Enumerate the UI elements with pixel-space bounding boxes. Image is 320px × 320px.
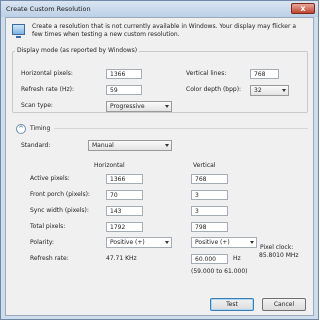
refresh-rate-label: Refresh rate (Hz): xyxy=(21,86,75,93)
horizontal-pixels-label: Horizontal pixels: xyxy=(21,70,73,77)
scan-type-value: Progressive xyxy=(110,103,145,110)
chevron-down-icon xyxy=(165,144,169,147)
polarity-v-select[interactable]: Positive (+) xyxy=(191,237,257,248)
color-depth-select[interactable]: 32 xyxy=(250,85,289,96)
timing-section-label: Timing xyxy=(30,125,51,132)
standard-label: Standard: xyxy=(21,142,51,149)
cancel-button[interactable]: Cancel xyxy=(262,298,306,311)
chevron-down-icon xyxy=(165,241,169,244)
horizontal-refresh-value: 47.71 KHz xyxy=(106,255,137,262)
vertical-lines-field[interactable]: 768 xyxy=(250,69,279,79)
pixel-clock-label: Pixel clock: xyxy=(260,244,294,251)
color-depth-label: Color depth (bpp): xyxy=(186,86,242,93)
refresh-rate-timing-label: Refresh rate: xyxy=(30,255,69,262)
front-porch-h-field[interactable]: 70 xyxy=(106,190,143,200)
active-pixels-v-field[interactable]: 768 xyxy=(191,174,228,184)
sync-width-label: Sync width (pixels): xyxy=(30,207,89,214)
color-depth-value: 32 xyxy=(254,87,262,94)
sync-width-v-field[interactable]: 3 xyxy=(191,206,228,216)
chevron-down-icon xyxy=(250,241,254,244)
standard-value: Manual xyxy=(92,142,114,149)
close-button[interactable]: x xyxy=(291,3,315,14)
timing-collapse-toggle[interactable]: ^ xyxy=(16,124,26,134)
test-button[interactable]: Test xyxy=(210,298,254,311)
dialog-window: Create Custom Resolution x Create a reso… xyxy=(0,0,319,320)
title-bar[interactable]: Create Custom Resolution x xyxy=(1,1,318,17)
scan-type-label: Scan type: xyxy=(21,102,53,109)
chevron-down-icon xyxy=(165,105,169,108)
polarity-h-value: Positive (+) xyxy=(110,239,145,246)
refresh-unit: Hz xyxy=(233,255,241,262)
sync-width-h-field[interactable]: 143 xyxy=(106,206,143,216)
active-pixels-label: Active pixels: xyxy=(30,175,70,182)
intro-text: Create a resolution that is not currentl… xyxy=(32,23,297,38)
chevron-down-icon xyxy=(282,89,286,92)
front-porch-v-field[interactable]: 3 xyxy=(191,190,228,200)
pixel-clock-value: 85.8010 MHz xyxy=(259,252,299,259)
vertical-refresh-field[interactable]: 60.000 xyxy=(191,254,228,264)
standard-select[interactable]: Manual xyxy=(88,140,172,151)
timing-divider xyxy=(54,128,308,129)
column-header-vertical: Vertical xyxy=(193,162,216,169)
polarity-h-select[interactable]: Positive (+) xyxy=(106,237,172,248)
chevron-up-icon: ^ xyxy=(18,125,24,133)
total-pixels-v-field[interactable]: 798 xyxy=(191,222,228,232)
display-mode-group-label: Display mode (as reported by Windows) xyxy=(15,47,140,54)
column-header-horizontal: Horizontal xyxy=(94,162,125,169)
dialog-body: Create a resolution that is not currentl… xyxy=(5,17,314,316)
scan-type-select[interactable]: Progressive xyxy=(106,101,172,112)
total-pixels-h-field[interactable]: 1792 xyxy=(106,222,143,232)
active-pixels-h-field[interactable]: 1366 xyxy=(106,174,143,184)
polarity-label: Polarity: xyxy=(30,239,55,246)
horizontal-pixels-field[interactable]: 1366 xyxy=(106,69,142,79)
vertical-lines-label: Vertical lines: xyxy=(186,70,227,77)
refresh-range-hint: (59.000 to 61.000) xyxy=(191,268,248,275)
monitor-icon xyxy=(12,24,25,38)
front-porch-label: Front porch (pixels): xyxy=(30,191,90,198)
refresh-rate-field[interactable]: 59 xyxy=(106,85,142,95)
polarity-v-value: Positive (+) xyxy=(195,239,230,246)
total-pixels-label: Total pixels: xyxy=(30,223,66,230)
window-title: Create Custom Resolution xyxy=(6,5,91,13)
